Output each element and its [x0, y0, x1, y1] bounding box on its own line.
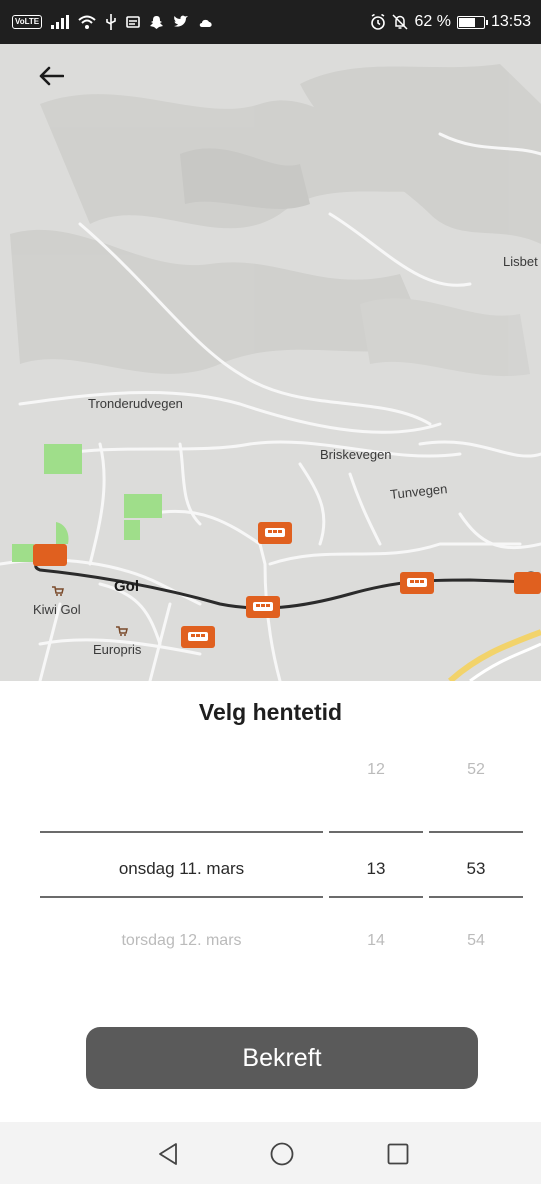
alarm-icon	[371, 14, 386, 30]
cloud-icon	[199, 19, 212, 27]
system-nav-bar	[0, 1122, 541, 1184]
date-option-selected[interactable]: onsdag 11. mars	[40, 859, 323, 879]
bus-stop-icon[interactable]	[33, 544, 67, 566]
map-label-briskevegen: Briskevegen	[320, 447, 392, 462]
date-divider-top	[40, 831, 323, 833]
bus-stop-icon[interactable]	[514, 572, 541, 594]
hour-option-next[interactable]: 14	[329, 932, 423, 950]
battery-fill	[458, 17, 476, 27]
confirm-button[interactable]: Bekreft	[86, 1027, 478, 1089]
minute-option-next[interactable]: 54	[429, 932, 523, 950]
hour-divider-top	[329, 831, 423, 833]
bus-stop-icon[interactable]	[181, 626, 215, 648]
hour-divider-bottom	[329, 896, 423, 898]
signal-icon	[51, 15, 70, 29]
map-label-tronderudvegen: Tronderudvegen	[88, 396, 183, 411]
battery-icon	[456, 15, 488, 29]
volte-badge: VoLTE	[12, 15, 43, 29]
bus-stop-icon[interactable]	[246, 596, 280, 618]
terrain	[10, 64, 541, 377]
status-right: 62 % 13:53	[370, 0, 531, 44]
status-left: VoLTE	[12, 0, 214, 44]
minute-option-previous[interactable]: 52	[429, 761, 523, 779]
usb-icon	[106, 14, 116, 30]
highway	[447, 629, 541, 681]
date-divider-bottom	[40, 896, 323, 898]
hour-picker-column[interactable]: 12 13 14	[329, 741, 423, 1001]
nav-recents-button[interactable]	[376, 1134, 420, 1174]
date-option-next[interactable]: torsdag 12. mars	[40, 932, 323, 950]
nav-home-button[interactable]	[260, 1134, 304, 1174]
home-circle-icon	[270, 1142, 294, 1166]
snapchat-icon	[150, 15, 164, 29]
highway-edge	[469, 642, 541, 681]
twitter-icon	[174, 15, 189, 27]
map-canvas	[0, 64, 541, 681]
hour-option-selected[interactable]: 13	[329, 859, 423, 879]
status-bar: VoLTE 62 % 13:53	[0, 0, 541, 44]
arrow-left-icon	[39, 66, 64, 86]
map-label-europris: Europris	[93, 642, 142, 657]
mute-icon	[392, 14, 409, 30]
route-map[interactable]: Lisbet Tronderudvegen Briskevegen Tunveg…	[0, 44, 541, 681]
minute-divider-top	[429, 831, 523, 833]
battery-percent: 62 %	[414, 13, 451, 30]
back-button[interactable]	[38, 66, 82, 106]
message-icon	[126, 16, 140, 28]
bus-stop-icon[interactable]	[400, 572, 434, 594]
sheet-title: Velg hentetid	[198, 699, 343, 725]
pickup-time-sheet: Velg hentetid onsdag 11. mars torsdag 12…	[0, 681, 541, 1122]
shopping-cart-icon	[52, 586, 64, 596]
map-label-kiwi-gol: Kiwi Gol	[33, 602, 81, 617]
clock: 13:53	[490, 13, 531, 30]
minute-picker-column[interactable]: 52 53 54	[429, 741, 523, 1001]
recents-square-icon	[387, 1143, 409, 1165]
wifi-icon	[78, 15, 96, 29]
map-label-lisbet: Lisbet	[503, 254, 538, 269]
back-triangle-icon	[159, 1143, 177, 1165]
bus-stop-icon[interactable]	[258, 522, 292, 544]
shopping-cart-icon	[116, 626, 128, 636]
hour-option-previous[interactable]: 12	[329, 761, 423, 779]
nav-back-button[interactable]	[146, 1134, 190, 1174]
minute-divider-bottom	[429, 896, 523, 898]
date-picker-column[interactable]: onsdag 11. mars torsdag 12. mars	[40, 741, 323, 1001]
route-line	[34, 554, 531, 610]
map-label-gol: Gol	[114, 578, 139, 595]
minute-option-selected[interactable]: 53	[429, 859, 523, 879]
